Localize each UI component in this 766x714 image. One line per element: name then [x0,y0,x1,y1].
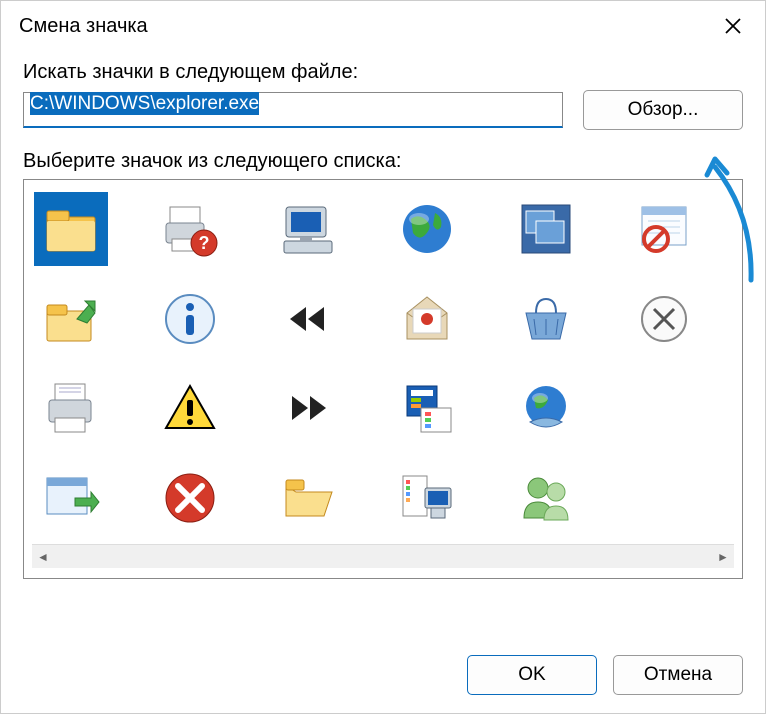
window-blocked-icon [634,199,694,259]
warning-icon [160,378,220,438]
windows-cascade-icon [516,199,576,259]
icon-item-globe-net[interactable] [509,371,583,445]
titlebar: Смена значка [1,1,765,51]
users-icon [516,468,576,528]
icon-item-printer[interactable] [34,371,108,445]
dialog-content: Искать значки в следующем файле: C:\WIND… [1,51,765,637]
mail-open-icon [397,289,457,349]
folder-icon [41,199,101,259]
computer-monitor-icon [278,199,338,259]
icon-item-doc-options[interactable] [390,371,464,445]
ok-button-label: OK [518,664,545,685]
horizontal-scrollbar[interactable]: ◄ ► [32,544,734,568]
icon-item-basket[interactable] [509,282,583,356]
browse-button[interactable]: Обзор... [583,90,743,130]
cancel-button-label: Отмена [644,664,712,685]
scroll-left-arrow-icon[interactable]: ◄ [34,548,52,566]
icon-grid: ? [32,190,734,544]
printer-icon [41,378,101,438]
cancel-button[interactable]: Отмена [613,655,743,695]
icon-item-printer-help[interactable]: ? [153,192,227,266]
icon-item-users[interactable] [509,461,583,535]
icon-item-info[interactable] [153,282,227,356]
icon-item-eject-window[interactable] [34,461,108,535]
svg-text:?: ? [198,233,209,253]
rewind-icon [278,289,338,349]
icon-item-folder-open[interactable] [271,461,345,535]
icon-item-rewind[interactable] [271,282,345,356]
select-label: Выберите значок из следующего списка: [23,150,743,173]
forward-icon [278,378,338,438]
icon-list: ? [23,179,743,579]
icon-item-window-blocked[interactable] [627,192,701,266]
dialog-footer: OK Отмена [1,637,765,713]
change-icon-dialog: Смена значка Искать значки в следующем ф… [0,0,766,714]
icon-item-empty-1 [627,371,701,445]
icon-item-windows-cascade[interactable] [509,192,583,266]
close-button[interactable] [719,12,747,40]
close-circle-icon [634,289,694,349]
icon-item-forward[interactable] [271,371,345,445]
folder-open-icon [278,468,338,528]
globe-network-icon [516,378,576,438]
icon-item-computer-list[interactable] [390,461,464,535]
icon-item-folder-up[interactable] [34,282,108,356]
globe-icon [397,199,457,259]
document-options-icon [397,378,457,438]
computer-list-icon [397,468,457,528]
icon-item-globe[interactable] [390,192,464,266]
icon-item-folder[interactable] [34,192,108,266]
eject-window-icon [41,468,101,528]
close-icon [724,17,742,35]
scroll-right-arrow-icon[interactable]: ► [714,548,732,566]
path-row: C:\WINDOWS\explorer.exe Обзор... [23,90,743,130]
printer-help-icon: ? [160,199,220,259]
basket-icon [516,289,576,349]
path-input-value: C:\WINDOWS\explorer.exe [30,92,259,115]
scrollbar-track[interactable] [56,550,710,564]
icon-item-close-circle[interactable] [627,282,701,356]
search-label: Искать значки в следующем файле: [23,61,743,84]
browse-button-label: Обзор... [628,99,699,121]
icon-item-mail[interactable] [390,282,464,356]
icon-path-input[interactable]: C:\WINDOWS\explorer.exe [23,92,563,128]
icon-item-warning[interactable] [153,371,227,445]
folder-up-icon [41,289,101,349]
error-icon [160,468,220,528]
ok-button[interactable]: OK [467,655,597,695]
info-icon [160,289,220,349]
icon-item-empty-2 [627,461,701,535]
dialog-title: Смена значка [19,15,148,38]
icon-item-error[interactable] [153,461,227,535]
icon-item-computer[interactable] [271,192,345,266]
